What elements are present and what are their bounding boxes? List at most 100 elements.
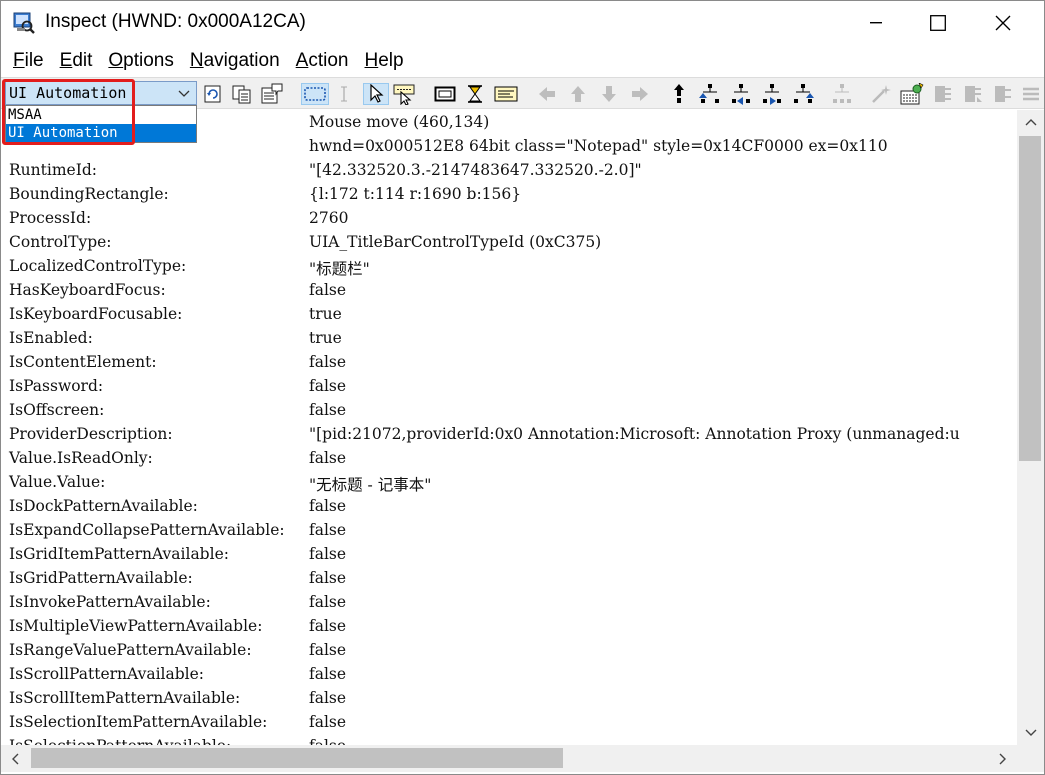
property-key: IsInvokePatternAvailable: [9,593,211,611]
title-bar[interactable]: Inspect (HWND: 0x000A12CA) [1,1,1044,45]
property-value: false [309,281,347,299]
magic-icon[interactable] [869,83,893,105]
inspect-window: Inspect (HWND: 0x000A12CA) File Edit Opt… [0,0,1045,775]
property-key: IsContentElement: [9,353,157,371]
nav-left-icon[interactable] [535,83,559,105]
property-key: IsDockPatternAvailable: [9,497,198,515]
mode-combobox-value: UI Automation [9,84,127,102]
action-icon-4[interactable] [1019,83,1043,105]
property-value: "[pid:21072,providerId:0x0 Annotation:Mi… [309,425,960,443]
property-key: IsMultipleViewPatternAvailable: [9,617,263,635]
property-value: "标题栏" [309,260,370,278]
caret-tracking-icon[interactable] [463,83,487,105]
menu-file-mnemonic: F [13,50,25,71]
scroll-left-arrow-icon[interactable] [1,745,28,772]
chevron-down-icon[interactable] [176,84,192,102]
close-button[interactable] [980,1,1026,45]
property-value: false [309,521,347,539]
pointer-icon[interactable] [363,83,389,105]
copy-properties-icon[interactable] [260,83,284,105]
nav-first-child-icon[interactable] [698,83,722,105]
show-info-icon[interactable] [494,83,518,105]
property-key: IsRangeValuePatternAvailable: [9,641,252,659]
menu-edit[interactable]: Edit [52,47,101,75]
nav-up-icon[interactable] [566,83,590,105]
property-key: ControlType: [9,233,112,251]
property-value: false [309,353,347,371]
property-value: false [309,617,347,635]
property-key: ProcessId: [9,209,92,227]
nav-down-icon[interactable] [597,83,621,105]
property-value: true [309,329,342,347]
property-key: LocalizedControlType: [9,257,187,275]
menu-navigation-label: avigation [203,50,280,71]
property-value: false [309,689,347,707]
menu-action[interactable]: Action [288,47,357,75]
scroll-up-arrow-icon[interactable] [1017,110,1044,134]
property-key: HasKeyboardFocus: [9,281,166,299]
vertical-scrollbar[interactable] [1017,110,1044,745]
property-value: false [309,497,347,515]
copy-icon[interactable] [230,83,254,105]
vertical-scroll-thumb[interactable] [1019,136,1041,461]
mode-dropdown-list: MSAA UI Automation [5,105,197,143]
tree-icon[interactable] [830,83,854,105]
property-value: false [309,377,347,395]
property-value: UIA_TitleBarControlTypeId (0xC375) [309,233,602,251]
property-value: {l:172 t:114 r:1690 b:156} [309,185,522,203]
focus-tracking-icon[interactable] [393,83,417,105]
property-key: IsGridItemPatternAvailable: [9,545,229,563]
property-value: Mouse move (460,134) [309,113,490,131]
property-value: "[42.332520.3.-2147483647.332520.-2.0]" [309,161,642,179]
action-icon-3[interactable] [991,83,1015,105]
maximize-button[interactable] [915,1,961,45]
horizontal-scrollbar[interactable] [1,745,1017,772]
menu-options-mnemonic: O [108,50,124,71]
property-value: false [309,569,347,587]
menu-options[interactable]: Options [100,47,181,75]
nav-prev-sibling-icon[interactable] [729,83,753,105]
property-value: false [309,641,347,659]
nav-last-child-icon[interactable] [791,83,815,105]
menu-help-label: elp [378,50,404,71]
option-ui-automation[interactable]: UI Automation [6,124,196,142]
nav-parent-icon[interactable] [667,83,691,105]
refresh-icon[interactable] [201,83,225,105]
properties-pane[interactable]: Mouse move (460,134) hwnd=0x000512E8 64bi… [1,110,1017,745]
action-icon-2[interactable] [961,83,985,105]
nav-next-sibling-icon[interactable] [760,83,784,105]
highlight-rectangle-icon[interactable] [433,83,457,105]
menu-navigation-mnemonic: N [189,50,204,71]
window-title: Inspect (HWND: 0x000A12CA) [45,11,306,32]
menu-edit-label: dit [72,50,93,71]
mode-combobox[interactable]: UI Automation [5,81,197,105]
inspect-app-icon [13,12,35,34]
horizontal-scroll-thumb[interactable] [31,748,563,768]
menu-bar: File Edit Options Navigation Action Help [1,47,1044,75]
menu-file[interactable]: File [5,47,52,75]
property-value: false [309,593,347,611]
property-key: RuntimeId: [9,161,97,179]
scroll-right-arrow-icon[interactable] [989,745,1016,772]
settings-icon[interactable] [900,83,924,105]
text-cursor-icon[interactable] [332,83,356,105]
scroll-down-arrow-icon[interactable] [1017,721,1044,745]
property-value: false [309,665,347,683]
scrollbar-corner [1017,745,1044,772]
property-key: IsExpandCollapsePatternAvailable: [9,521,285,539]
option-msaa[interactable]: MSAA [6,106,196,124]
menu-navigation[interactable]: Navigation [182,47,288,75]
menu-action-label: ction [308,50,349,71]
rectangle-select-icon[interactable] [301,83,329,105]
property-value: false [309,737,346,745]
menu-action-mnemonic: A [295,50,309,71]
menu-help[interactable]: Help [357,47,412,75]
nav-right-icon[interactable] [628,83,652,105]
action-icon-1[interactable] [931,83,955,105]
property-value: false [309,401,347,419]
property-value: 2760 [309,209,349,227]
minimize-button[interactable] [853,1,899,45]
property-value: false [309,545,347,563]
property-key: IsKeyboardFocusable: [9,305,183,323]
menu-help-mnemonic: H [364,50,379,71]
